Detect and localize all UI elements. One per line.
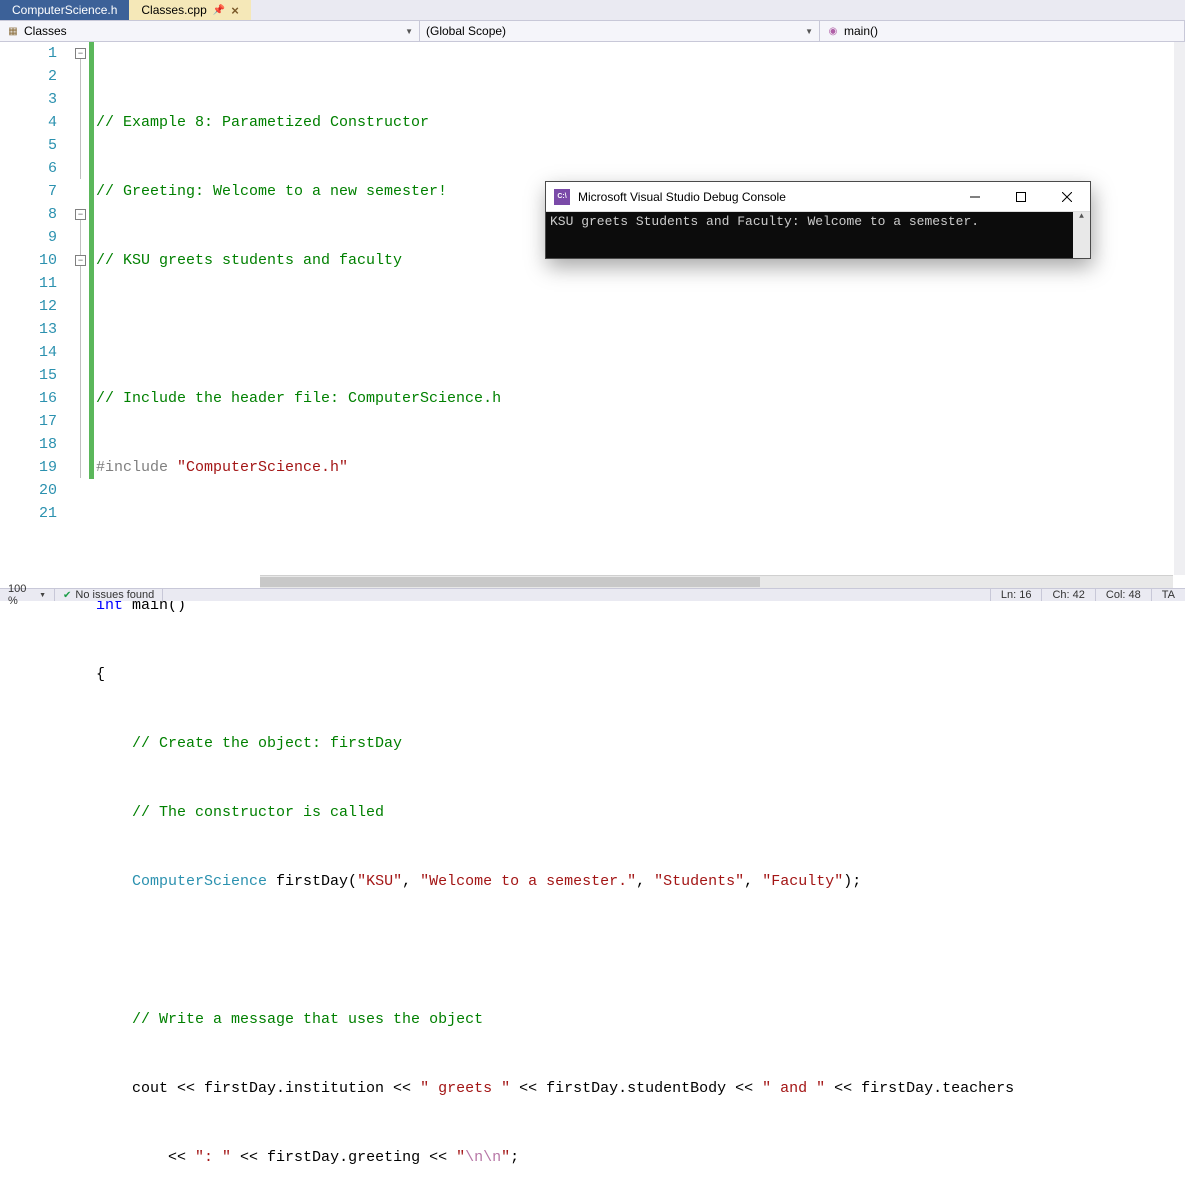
console-output-area[interactable]: KSU greets Students and Faculty: Welcome… [546, 212, 1090, 258]
code-content[interactable]: // Example 8: Parametized Constructor //… [94, 42, 1185, 588]
close-button[interactable] [1044, 182, 1090, 212]
tab-bar: ComputerScience.h Classes.cpp 📌 × [0, 0, 1185, 21]
nav-classes-dropdown[interactable]: ▦ Classes ▼ [0, 21, 420, 41]
chevron-down-icon: ▼ [805, 27, 813, 36]
status-line: Ln: 16 [990, 589, 1042, 601]
nav-scope-label: (Global Scope) [426, 24, 506, 38]
pin-icon[interactable]: 📌 [213, 5, 225, 16]
nav-classes-label: Classes [24, 24, 67, 38]
zoom-level[interactable]: 100 %▼ [0, 589, 55, 601]
nav-function-label: main() [844, 24, 878, 38]
maximize-button[interactable] [998, 182, 1044, 212]
navigation-bar: ▦ Classes ▼ (Global Scope) ▼ ◉ main() ▼ [0, 21, 1185, 42]
fold-toggle[interactable]: − [75, 209, 86, 220]
tab-label: ComputerScience.h [12, 3, 117, 17]
debug-console-window[interactable]: C:\ Microsoft Visual Studio Debug Consol… [545, 181, 1091, 259]
check-icon: ✔ [63, 590, 71, 601]
close-icon[interactable]: × [231, 3, 239, 18]
scrollbar-thumb[interactable] [260, 577, 760, 587]
class-icon: ▦ [6, 24, 20, 38]
tab-classes-cpp[interactable]: Classes.cpp 📌 × [129, 0, 250, 20]
status-bar: 100 %▼ ✔ No issues found Ln: 16 Ch: 42 C… [0, 588, 1185, 601]
function-icon: ◉ [826, 24, 840, 38]
chevron-down-icon: ▼ [405, 27, 413, 36]
outline-column: − − − [75, 42, 89, 588]
fold-toggle[interactable]: − [75, 255, 86, 266]
tab-computerscience-h[interactable]: ComputerScience.h [0, 0, 129, 20]
line-number-gutter: 1 2 3 4 5 6 7 8 9 10 11 12 13 14 15 16 1… [0, 42, 75, 588]
close-icon [1062, 192, 1072, 202]
maximize-icon [1016, 192, 1026, 202]
scroll-up-icon[interactable]: ▲ [1073, 212, 1090, 222]
nav-scope-dropdown[interactable]: (Global Scope) ▼ [420, 21, 820, 41]
minimize-icon [970, 192, 980, 202]
console-app-icon: C:\ [554, 189, 570, 205]
issues-indicator[interactable]: ✔ No issues found [55, 589, 163, 601]
fold-toggle[interactable]: − [75, 48, 86, 59]
vertical-scrollbar[interactable] [1174, 42, 1185, 575]
console-titlebar[interactable]: C:\ Microsoft Visual Studio Debug Consol… [546, 182, 1090, 212]
minimize-button[interactable] [952, 182, 998, 212]
console-title: Microsoft Visual Studio Debug Console [578, 190, 786, 204]
status-tabs: TA [1151, 589, 1185, 601]
console-output-line: KSU greets Students and Faculty: Welcome… [550, 214, 1086, 229]
status-col: Col: 48 [1095, 589, 1151, 601]
status-char: Ch: 42 [1041, 589, 1094, 601]
horizontal-scrollbar[interactable] [260, 575, 1173, 588]
nav-function-dropdown[interactable]: ◉ main() ▼ [820, 21, 1185, 41]
code-editor[interactable]: 1 2 3 4 5 6 7 8 9 10 11 12 13 14 15 16 1… [0, 42, 1185, 588]
tab-label: Classes.cpp [141, 3, 206, 17]
console-scrollbar[interactable]: ▲ [1073, 212, 1090, 258]
